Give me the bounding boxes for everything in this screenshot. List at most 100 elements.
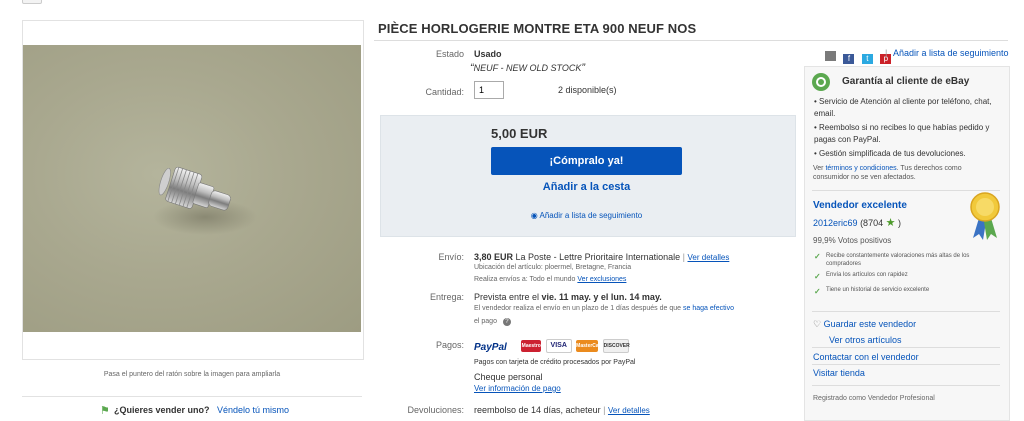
delivery-note-link[interactable]: se haga efectivo — [683, 305, 734, 312]
add-to-cart-button[interactable]: Añadir a la cesta — [491, 181, 682, 193]
delivery-label: Entrega: — [429, 292, 464, 302]
shipping-cost: 3,80 EUR — [474, 252, 514, 262]
guarantee-item: • Reembolso si no recibes lo que habías … — [814, 123, 990, 144]
contact-seller-link[interactable]: Contactar con el vendedor — [813, 352, 919, 362]
condition-label: Estado — [435, 49, 464, 59]
mastercard-logo: MasterCard — [576, 339, 604, 352]
item-location: Ubicación del artículo: ploermel, Bretag… — [474, 264, 632, 271]
guarantee-item: • Gestión simplificada de tus devolucion… — [814, 149, 966, 158]
top-button-stub[interactable] — [22, 0, 42, 4]
seller-feedback: (8704 — [860, 218, 884, 228]
title-divider — [374, 40, 1008, 41]
heart-icon: ♡ — [813, 319, 822, 329]
quantity-label: Cantidad: — [425, 87, 464, 97]
seller-feature: ✓ Tiene un historial de servicio excelen… — [814, 287, 930, 296]
seller-feature: ✓ Envía los artículos con rapidez — [814, 272, 908, 281]
delivery-estimate: Prevista entre el vie. 11 may. y el lun.… — [474, 292, 662, 302]
facebook-icon[interactable]: f — [843, 54, 855, 64]
save-seller-link[interactable]: Guardar este vendedor — [824, 319, 917, 329]
shipping-label: Envío: — [438, 252, 464, 262]
returns-line: reembolso de 14 días, acheteur | Ver det… — [474, 405, 650, 415]
seller-feature: ✓ Recibe constantemente valoraciones más… — [814, 252, 970, 267]
delivery-date-end: lun. 14 may. — [610, 292, 662, 302]
image-zoom-hint: Pasa el puntero del ratón sobre la image… — [103, 371, 281, 378]
tag-icon: ⚑ — [100, 405, 110, 417]
panel-divider — [812, 364, 1000, 365]
seller-features: ✓ Recibe constantemente valoraciones más… — [814, 252, 994, 299]
share-divider: | — [885, 48, 888, 58]
guarantee-item: • Servicio de Atención al cliente por te… — [814, 97, 992, 118]
sell-yourself-link[interactable]: Véndelo tú mismo — [217, 405, 289, 415]
shipping-line: 3,80 EUR La Poste - Lettre Prioritaire I… — [474, 252, 729, 262]
returns-details-link[interactable]: Ver detalles — [608, 406, 650, 415]
delivery-mid: y el — [590, 292, 611, 302]
condition-value: Usado — [474, 49, 502, 59]
price: 5,00 EUR — [491, 126, 548, 141]
sell-question: ¿Quieres vender uno? — [114, 405, 210, 415]
checkmark-icon: ✓ — [814, 272, 821, 281]
personal-check: Cheque personal — [474, 372, 543, 382]
shipping-service: La Poste - Lettre Prioritaire Internatio… — [515, 252, 681, 262]
payment-info-link[interactable]: Ver información de pago — [474, 384, 561, 393]
shipping-divider: | — [682, 252, 685, 262]
info-icon[interactable]: ? — [502, 318, 511, 326]
checkmark-icon: ✓ — [814, 287, 821, 296]
guarantee-terms: Ver términos y condiciones. Tus derechos… — [813, 164, 999, 182]
visit-store-link[interactable]: Visitar tienda — [813, 368, 865, 378]
maestro-logo: Maestro — [521, 339, 542, 352]
share-watch-link[interactable]: Añadir a lista de seguimiento — [893, 48, 1009, 58]
payment-logos: PayPal Maestro VISA MasterCard DISCOVER — [474, 337, 630, 355]
payments-label: Pagos: — [435, 340, 464, 350]
other-items-link[interactable]: Ver otros artículos — [829, 335, 902, 345]
delivery-note-text: El vendedor realiza el envío en un plazo… — [474, 305, 682, 312]
guarantee-icon — [812, 73, 830, 91]
twitter-icon[interactable]: t — [861, 54, 873, 64]
seller-name-line: 2012eric69 (8704 ★ ) — [813, 216, 901, 229]
exclusions-link[interactable]: Ver exclusiones — [577, 276, 626, 283]
panel-divider — [812, 311, 1000, 312]
feedback-star-icon: ★ — [885, 217, 896, 229]
top-rated-title: Vendedor excelente — [813, 200, 907, 211]
condition-note-close-quote: ” — [581, 62, 586, 74]
email-icon[interactable] — [825, 51, 836, 61]
share-icons: f t p — [825, 48, 894, 66]
panel-divider — [812, 385, 1000, 386]
shipping-details-link[interactable]: Ver detalles — [688, 253, 730, 262]
delivery-date-start: vie. 11 may. — [541, 292, 591, 302]
buy-now-button[interactable]: ¡Cómpralo ya! — [491, 147, 682, 175]
delivery-note-end: el pago ? — [474, 318, 511, 326]
page-title: PIÈCE HORLOGERIE MONTRE ETA 900 NEUF NOS — [378, 21, 697, 36]
seller-name[interactable]: 2012eric69 — [813, 218, 858, 228]
discover-logo: DISCOVER — [602, 338, 630, 353]
delivery-prefix: Prevista entre el — [474, 292, 542, 302]
quantity-input[interactable] — [474, 81, 504, 99]
quantity-available: 2 disponible(s) — [558, 85, 617, 95]
returns-value: reembolso de 14 días, acheteur — [474, 405, 601, 415]
top-rated-seller-badge-icon — [965, 190, 1005, 242]
ships-to: Realiza envíos a: Todo el mundo Ver excl… — [474, 276, 626, 283]
positive-feedback: 99,9% Votos positivos — [813, 236, 892, 245]
condition-note: “NEUF - NEW OLD STOCK” — [470, 62, 585, 74]
guarantee-list: • Servicio de Atención al cliente por te… — [814, 96, 1000, 160]
returns-label: Devoluciones: — [407, 405, 464, 415]
add-to-watchlist-button[interactable]: ◉ Añadir a lista de seguimiento — [491, 211, 682, 220]
eye-icon: ◉ — [530, 211, 538, 220]
watch-part-picture — [153, 166, 257, 235]
terms-link[interactable]: términos y condiciones — [825, 165, 896, 172]
visa-logo: VISA — [545, 338, 572, 353]
save-seller-row[interactable]: ♡ Guardar este vendedor — [813, 319, 916, 330]
paypal-logo: PayPal — [474, 342, 507, 353]
panel-divider — [812, 347, 1000, 348]
returns-divider: | — [603, 405, 606, 415]
registered-business: Registrado como Vendedor Profesional — [813, 395, 935, 402]
seller-feedback-close: ) — [898, 218, 901, 228]
delivery-note: El vendedor realiza el envío en un plazo… — [474, 305, 734, 312]
checkmark-icon: ✓ — [814, 252, 821, 261]
guarantee-title: Garantía al cliente de eBay — [842, 76, 970, 87]
add-to-watchlist-label: Añadir a lista de seguimiento — [539, 211, 643, 220]
terms-prefix: Ver — [813, 165, 826, 172]
condition-note-text: NEUF - NEW OLD STOCK — [473, 63, 582, 73]
sell-one-bar: ⚑ ¿Quieres vender uno? Véndelo tú mismo — [22, 396, 362, 420]
credit-card-note: Pagos con tarjeta de crédito procesados … — [474, 359, 636, 366]
product-image[interactable] — [23, 45, 361, 332]
